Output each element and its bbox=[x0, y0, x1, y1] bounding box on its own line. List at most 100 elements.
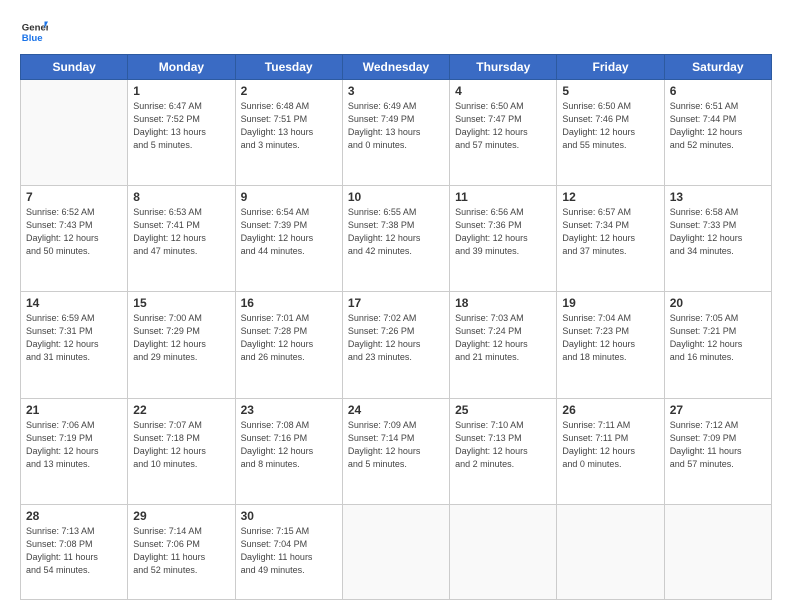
day-number: 25 bbox=[455, 403, 551, 417]
calendar-day-cell bbox=[450, 504, 557, 599]
calendar-day-cell: 24Sunrise: 7:09 AMSunset: 7:14 PMDayligh… bbox=[342, 398, 449, 504]
day-number: 27 bbox=[670, 403, 766, 417]
calendar-day-cell: 17Sunrise: 7:02 AMSunset: 7:26 PMDayligh… bbox=[342, 292, 449, 398]
day-number: 28 bbox=[26, 509, 122, 523]
day-number: 1 bbox=[133, 84, 229, 98]
calendar-day-cell: 13 Sunrise: 6:58 AMSunset: 7:33 PMDayligh… bbox=[664, 186, 771, 292]
day-info: Sunrise: 7:01 AMSunset: 7:28 PMDaylight:… bbox=[241, 312, 337, 364]
calendar-day-cell: 4Sunrise: 6:50 AMSunset: 7:47 PMDaylight… bbox=[450, 80, 557, 186]
day-info: Sunrise: 7:08 AMSunset: 7:16 PMDaylight:… bbox=[241, 419, 337, 471]
day-number: 7 bbox=[26, 190, 122, 204]
calendar-day-cell bbox=[664, 504, 771, 599]
calendar-day-cell: 3Sunrise: 6:49 AMSunset: 7:49 PMDaylight… bbox=[342, 80, 449, 186]
calendar-day-cell: 29Sunrise: 7:14 AMSunset: 7:06 PMDayligh… bbox=[128, 504, 235, 599]
day-number: 12 bbox=[562, 190, 658, 204]
header: General Blue bbox=[20, 18, 772, 46]
calendar-day-cell: 10Sunrise: 6:55 AMSunset: 7:38 PMDayligh… bbox=[342, 186, 449, 292]
day-info: Sunrise: 7:15 AMSunset: 7:04 PMDaylight:… bbox=[241, 525, 337, 577]
calendar-week-row: 7 Sunrise: 6:52 AMSunset: 7:43 PMDaylight… bbox=[21, 186, 772, 292]
day-number: 23 bbox=[241, 403, 337, 417]
calendar-day-cell: 11Sunrise: 6:56 AMSunset: 7:36 PMDayligh… bbox=[450, 186, 557, 292]
day-number: 10 bbox=[348, 190, 444, 204]
calendar-day-cell: 7 Sunrise: 6:52 AMSunset: 7:43 PMDaylight… bbox=[21, 186, 128, 292]
day-number: 18 bbox=[455, 296, 551, 310]
day-number: 16 bbox=[241, 296, 337, 310]
day-number: 20 bbox=[670, 296, 766, 310]
day-info: Sunrise: 7:06 AMSunset: 7:19 PMDaylight:… bbox=[26, 419, 122, 471]
day-info: Sunrise: 6:53 AMSunset: 7:41 PMDaylight:… bbox=[133, 206, 229, 258]
day-number: 21 bbox=[26, 403, 122, 417]
page: General Blue SundayMondayTuesdayWednesda… bbox=[0, 0, 792, 612]
calendar-day-cell: 12 Sunrise: 6:57 AMSunset: 7:34 PMDayligh… bbox=[557, 186, 664, 292]
day-of-week-header: Monday bbox=[128, 55, 235, 80]
day-of-week-header: Saturday bbox=[664, 55, 771, 80]
logo: General Blue bbox=[20, 18, 48, 46]
calendar-day-cell: 16 Sunrise: 7:01 AMSunset: 7:28 PMDayligh… bbox=[235, 292, 342, 398]
day-number: 24 bbox=[348, 403, 444, 417]
calendar-week-row: 21 Sunrise: 7:06 AMSunset: 7:19 PMDayligh… bbox=[21, 398, 772, 504]
day-info: Sunrise: 7:07 AMSunset: 7:18 PMDaylight:… bbox=[133, 419, 229, 471]
day-info: Sunrise: 7:02 AMSunset: 7:26 PMDaylight:… bbox=[348, 312, 444, 364]
calendar-day-cell: 20 Sunrise: 7:05 AMSunset: 7:21 PMDayligh… bbox=[664, 292, 771, 398]
calendar-week-row: 28 Sunrise: 7:13 AMSunset: 7:08 PMDayligh… bbox=[21, 504, 772, 599]
calendar-day-cell: 5Sunrise: 6:50 AMSunset: 7:46 PMDaylight… bbox=[557, 80, 664, 186]
day-info: Sunrise: 6:56 AMSunset: 7:36 PMDaylight:… bbox=[455, 206, 551, 258]
day-info: Sunrise: 6:59 AMSunset: 7:31 PMDaylight:… bbox=[26, 312, 122, 364]
day-info: Sunrise: 6:52 AMSunset: 7:43 PMDaylight:… bbox=[26, 206, 122, 258]
day-number: 2 bbox=[241, 84, 337, 98]
day-number: 6 bbox=[670, 84, 766, 98]
calendar-day-cell: 27 Sunrise: 7:12 AMSunset: 7:09 PMDayligh… bbox=[664, 398, 771, 504]
day-number: 19 bbox=[562, 296, 658, 310]
calendar-day-cell: 15Sunrise: 7:00 AMSunset: 7:29 PMDayligh… bbox=[128, 292, 235, 398]
day-info: Sunrise: 6:47 AMSunset: 7:52 PMDaylight:… bbox=[133, 100, 229, 152]
calendar-day-cell bbox=[21, 80, 128, 186]
day-info: Sunrise: 7:11 AMSunset: 7:11 PMDaylight:… bbox=[562, 419, 658, 471]
day-info: Sunrise: 6:48 AMSunset: 7:51 PMDaylight:… bbox=[241, 100, 337, 152]
day-number: 13 bbox=[670, 190, 766, 204]
day-number: 3 bbox=[348, 84, 444, 98]
day-info: Sunrise: 6:51 AMSunset: 7:44 PMDaylight:… bbox=[670, 100, 766, 152]
calendar-day-cell: 14Sunrise: 6:59 AMSunset: 7:31 PMDayligh… bbox=[21, 292, 128, 398]
day-info: Sunrise: 7:13 AMSunset: 7:08 PMDaylight:… bbox=[26, 525, 122, 577]
day-number: 9 bbox=[241, 190, 337, 204]
day-info: Sunrise: 6:54 AMSunset: 7:39 PMDaylight:… bbox=[241, 206, 337, 258]
day-info: Sunrise: 7:12 AMSunset: 7:09 PMDaylight:… bbox=[670, 419, 766, 471]
calendar-table: SundayMondayTuesdayWednesdayThursdayFrid… bbox=[20, 54, 772, 600]
day-number: 5 bbox=[562, 84, 658, 98]
calendar-day-cell: 28 Sunrise: 7:13 AMSunset: 7:08 PMDayligh… bbox=[21, 504, 128, 599]
svg-text:Blue: Blue bbox=[22, 33, 43, 44]
calendar-week-row: 14Sunrise: 6:59 AMSunset: 7:31 PMDayligh… bbox=[21, 292, 772, 398]
day-of-week-header: Thursday bbox=[450, 55, 557, 80]
day-of-week-header: Sunday bbox=[21, 55, 128, 80]
day-number: 4 bbox=[455, 84, 551, 98]
day-number: 26 bbox=[562, 403, 658, 417]
day-of-week-header: Wednesday bbox=[342, 55, 449, 80]
calendar-day-cell: 1 Sunrise: 6:47 AMSunset: 7:52 PMDaylight… bbox=[128, 80, 235, 186]
svg-text:General: General bbox=[22, 22, 48, 33]
calendar-day-cell: 2 Sunrise: 6:48 AMSunset: 7:51 PMDaylight… bbox=[235, 80, 342, 186]
day-info: Sunrise: 7:05 AMSunset: 7:21 PMDaylight:… bbox=[670, 312, 766, 364]
day-info: Sunrise: 7:04 AMSunset: 7:23 PMDaylight:… bbox=[562, 312, 658, 364]
day-number: 30 bbox=[241, 509, 337, 523]
calendar-day-cell: 9 Sunrise: 6:54 AMSunset: 7:39 PMDaylight… bbox=[235, 186, 342, 292]
calendar-day-cell: 18 Sunrise: 7:03 AMSunset: 7:24 PMDayligh… bbox=[450, 292, 557, 398]
calendar-day-cell: 22Sunrise: 7:07 AMSunset: 7:18 PMDayligh… bbox=[128, 398, 235, 504]
day-info: Sunrise: 6:58 AMSunset: 7:33 PMDaylight:… bbox=[670, 206, 766, 258]
day-info: Sunrise: 7:03 AMSunset: 7:24 PMDaylight:… bbox=[455, 312, 551, 364]
day-number: 8 bbox=[133, 190, 229, 204]
calendar-day-cell: 19 Sunrise: 7:04 AMSunset: 7:23 PMDayligh… bbox=[557, 292, 664, 398]
day-info: Sunrise: 7:00 AMSunset: 7:29 PMDaylight:… bbox=[133, 312, 229, 364]
calendar-day-cell: 30 Sunrise: 7:15 AMSunset: 7:04 PMDayligh… bbox=[235, 504, 342, 599]
day-info: Sunrise: 7:10 AMSunset: 7:13 PMDaylight:… bbox=[455, 419, 551, 471]
calendar-day-cell: 25 Sunrise: 7:10 AMSunset: 7:13 PMDayligh… bbox=[450, 398, 557, 504]
calendar-day-cell bbox=[557, 504, 664, 599]
day-info: Sunrise: 6:57 AMSunset: 7:34 PMDaylight:… bbox=[562, 206, 658, 258]
calendar-day-cell bbox=[342, 504, 449, 599]
calendar-day-cell: 8 Sunrise: 6:53 AMSunset: 7:41 PMDaylight… bbox=[128, 186, 235, 292]
days-header-row: SundayMondayTuesdayWednesdayThursdayFrid… bbox=[21, 55, 772, 80]
calendar-day-cell: 6 Sunrise: 6:51 AMSunset: 7:44 PMDaylight… bbox=[664, 80, 771, 186]
calendar-day-cell: 21 Sunrise: 7:06 AMSunset: 7:19 PMDayligh… bbox=[21, 398, 128, 504]
calendar-day-cell: 26 Sunrise: 7:11 AMSunset: 7:11 PMDayligh… bbox=[557, 398, 664, 504]
day-number: 29 bbox=[133, 509, 229, 523]
calendar-week-row: 1 Sunrise: 6:47 AMSunset: 7:52 PMDaylight… bbox=[21, 80, 772, 186]
